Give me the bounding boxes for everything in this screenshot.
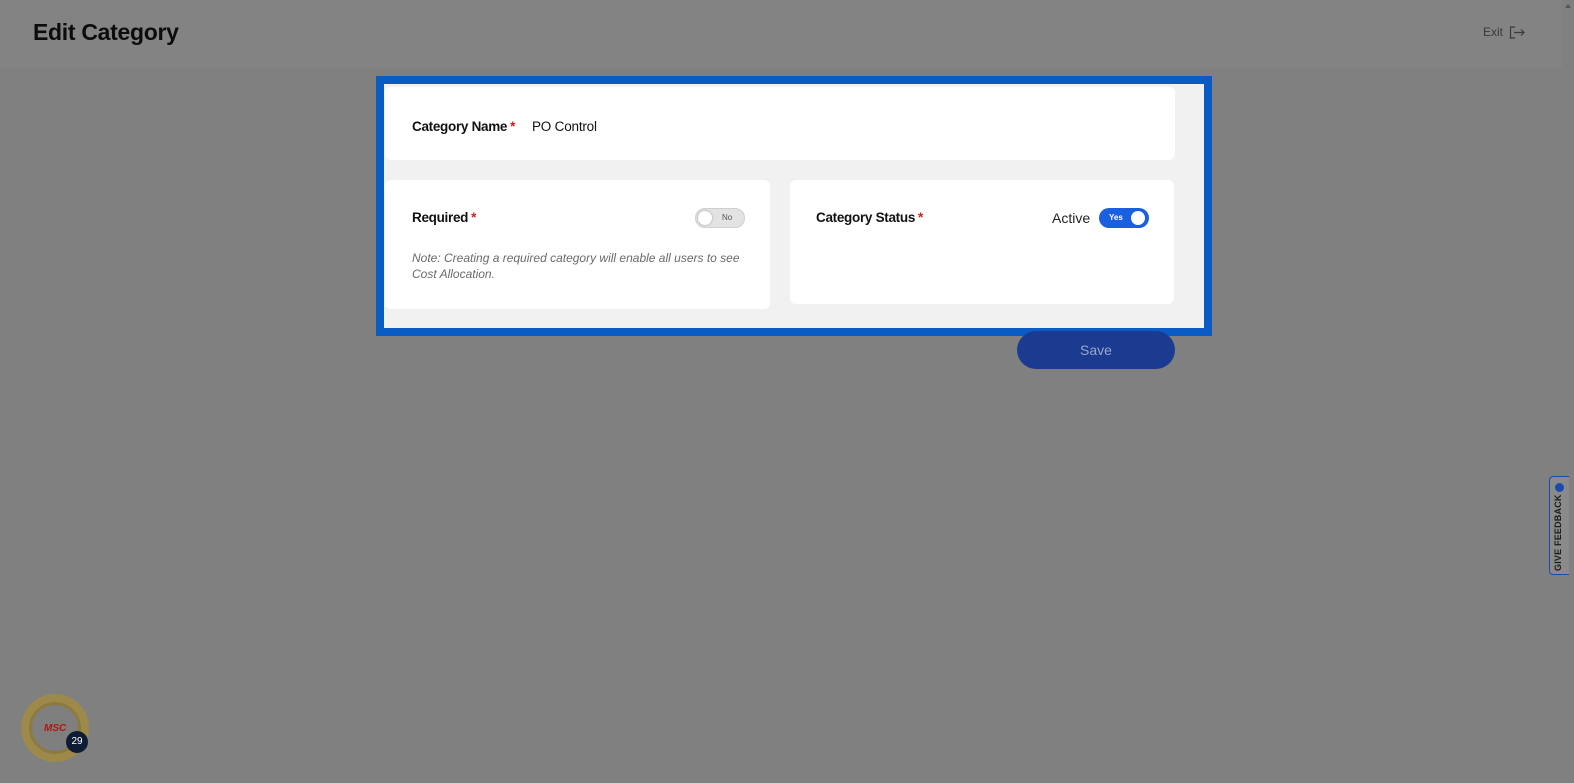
category-name-label: Category Name * — [412, 119, 516, 134]
status-text: Active — [1052, 210, 1091, 226]
required-toggle[interactable]: No — [695, 208, 745, 228]
category-name-input[interactable]: PO Control — [532, 119, 597, 134]
required-star: * — [918, 210, 923, 225]
feedback-label: GIVE FEEDBACK — [1553, 494, 1563, 571]
toggle-knob — [698, 211, 712, 225]
status-toggle[interactable]: Yes — [1099, 208, 1149, 228]
page-header: Edit Category Exit — [0, 0, 1562, 68]
exit-label: Exit — [1483, 25, 1504, 39]
exit-icon — [1509, 25, 1526, 39]
edit-category-form: Category Name * PO Control Required * No N… — [376, 76, 1212, 336]
category-status-label: Category Status * — [816, 210, 923, 225]
save-button[interactable]: Save — [1017, 331, 1175, 369]
category-name-card: Category Name * PO Control — [385, 87, 1175, 160]
toggle-knob — [1131, 211, 1145, 225]
page-title: Edit Category — [33, 19, 179, 45]
notification-count-badge: 29 — [66, 731, 88, 753]
required-note: Note: Creating a required category will … — [412, 251, 740, 281]
assistant-launcher[interactable]: MSC 29 — [21, 694, 89, 762]
exit-button[interactable]: Exit — [1483, 25, 1526, 39]
required-star: * — [471, 210, 477, 225]
toggle-text: No — [722, 213, 733, 222]
toggle-text: Yes — [1109, 213, 1123, 222]
scroll-up-arrow-icon[interactable] — [1562, 0, 1574, 12]
give-feedback-tab[interactable]: GIVE FEEDBACK — [1549, 476, 1569, 575]
required-card: Required * No Note: Creating a required c… — [385, 180, 770, 309]
feedback-plus-icon — [1555, 483, 1564, 492]
required-star: * — [510, 119, 516, 134]
required-label: Required * — [412, 210, 477, 225]
msc-logo: MSC — [44, 723, 67, 734]
category-status-card: Category Status * Active Yes — [790, 180, 1174, 304]
